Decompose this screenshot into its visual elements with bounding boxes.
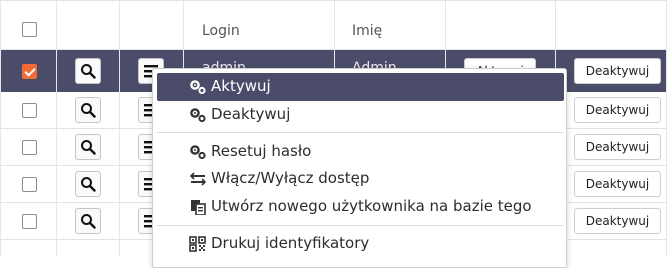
select-all-checkbox[interactable] [22, 22, 37, 37]
copy-icon [191, 200, 206, 215]
column-header-login[interactable]: Login [202, 23, 240, 39]
row-checkbox[interactable] [22, 64, 37, 79]
menu-divider [157, 132, 564, 133]
search-icon [81, 140, 96, 155]
deactivate-button[interactable]: Deaktywuj [574, 171, 661, 197]
menu-divider [157, 225, 564, 226]
deactivate-button[interactable]: Deaktywuj [574, 97, 661, 123]
deactivate-button[interactable]: Deaktywuj [574, 58, 661, 84]
view-button[interactable] [75, 97, 101, 123]
deactivate-button[interactable]: Deaktywuj [574, 208, 661, 234]
gears-icon [190, 145, 206, 160]
menu-item-print-ids[interactable]: Drukuj identyfikatory [157, 230, 564, 258]
deactivate-button[interactable]: Deaktywuj [574, 134, 661, 160]
row-checkbox[interactable] [22, 140, 37, 155]
search-icon [81, 64, 96, 79]
view-button[interactable] [75, 171, 101, 197]
view-button[interactable] [75, 134, 101, 160]
view-button[interactable] [75, 208, 101, 234]
column-divider [0, 0, 1, 257]
menu-item-label: Drukuj identyfikatory [211, 234, 370, 252]
view-button[interactable] [75, 58, 101, 84]
search-icon [81, 214, 96, 229]
menu-item-toggle-access[interactable]: Włącz/Wyłącz dostęp [157, 165, 564, 193]
search-icon [81, 177, 96, 192]
menu-item-label: Aktywuj [211, 77, 271, 95]
column-header-first-name[interactable]: Imię [352, 23, 382, 39]
menu-item-reset-password[interactable]: Resetuj hasło [157, 138, 564, 166]
gears-icon [190, 80, 206, 95]
toggle-arrows-icon [189, 172, 207, 186]
row-checkbox[interactable] [22, 103, 37, 118]
menu-item-activate[interactable]: Aktywuj [157, 73, 564, 101]
menu-item-label: Włącz/Wyłącz dostęp [211, 169, 370, 187]
menu-item-deactivate[interactable]: Deaktywuj [157, 101, 564, 129]
qrcode-icon [189, 236, 206, 252]
column-divider [119, 0, 120, 257]
row-checkbox[interactable] [22, 177, 37, 192]
column-divider [56, 0, 57, 257]
search-icon [81, 103, 96, 118]
menu-item-clone-user[interactable]: Utwórz nowego użytkownika na bazie tego [157, 193, 564, 221]
row-checkbox[interactable] [22, 214, 37, 229]
gears-icon [190, 108, 206, 123]
menu-item-label: Utwórz nowego użytkownika na bazie tego [211, 197, 532, 215]
menu-item-label: Resetuj hasło [211, 142, 312, 160]
menu-item-label: Deaktywuj [211, 105, 291, 123]
row-actions-dropdown: Aktywuj Deaktywuj Resetuj hasło Włącz/Wy… [152, 68, 567, 268]
